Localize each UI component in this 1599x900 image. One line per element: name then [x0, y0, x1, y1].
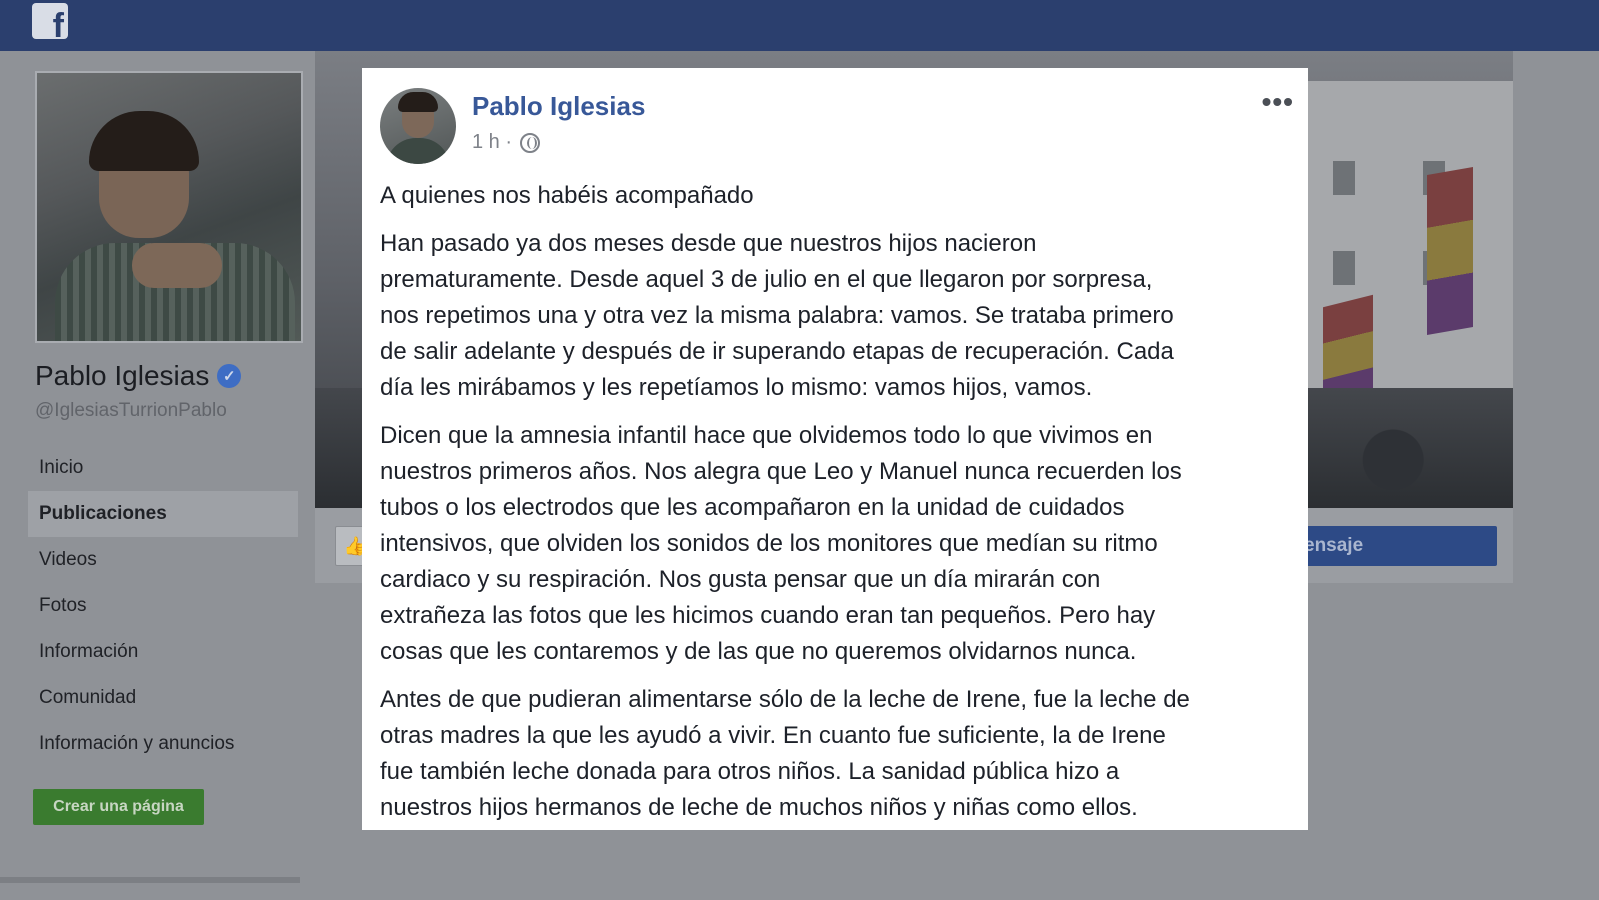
- cover-window: [1333, 161, 1355, 195]
- profile-picture-hand: [132, 243, 222, 288]
- globe-icon: [520, 132, 541, 153]
- create-page-button[interactable]: Crear una página: [33, 789, 204, 825]
- post-paragraph: Antes de que pudieran alimentarse sólo d…: [380, 686, 1190, 821]
- profile-name-text[interactable]: Pablo Iglesias: [35, 360, 209, 392]
- more-options-icon[interactable]: •••: [1262, 88, 1294, 116]
- avatar-body: [386, 138, 450, 164]
- post-paragraph: Han pasado ya dos meses desde que nuestr…: [380, 230, 1174, 401]
- post-card: Pablo Iglesias 1 h · ••• A quienes nos h…: [362, 68, 1308, 830]
- nav-item-publicaciones[interactable]: Publicaciones: [28, 491, 298, 537]
- avatar-hair: [398, 92, 438, 112]
- send-message-button[interactable]: ensaje: [1290, 526, 1497, 566]
- nav-item-inicio[interactable]: Inicio: [28, 445, 298, 491]
- profile-name: Pablo Iglesias ✓: [35, 360, 242, 392]
- profile-picture[interactable]: [35, 71, 303, 343]
- post-timestamp[interactable]: 1 h ·: [472, 131, 512, 154]
- post-paragraph: A quienes nos habéis acompañado: [380, 182, 754, 209]
- top-bar: f: [0, 0, 1599, 51]
- cover-flag: [1427, 166, 1473, 336]
- facebook-logo-letter: f: [52, 7, 64, 39]
- profile-picture-hair: [89, 111, 199, 171]
- nav-item-videos[interactable]: Videos: [28, 537, 298, 583]
- cover-window: [1333, 251, 1355, 285]
- post-author-avatar[interactable]: [380, 88, 456, 164]
- verified-badge-icon: ✓: [217, 364, 242, 388]
- nav-item-fotos[interactable]: Fotos: [28, 583, 298, 629]
- post-body: A quienes nos habéis acompañado Han pasa…: [380, 178, 1300, 838]
- nav-item-informacion-anuncios[interactable]: Información y anuncios: [28, 721, 298, 767]
- post-author-name[interactable]: Pablo Iglesias: [472, 91, 645, 122]
- page-nav: Inicio Publicaciones Videos Fotos Inform…: [28, 445, 298, 767]
- facebook-logo-icon[interactable]: f: [32, 3, 68, 39]
- profile-handle[interactable]: @IglesiasTurrionPablo: [35, 400, 227, 422]
- post-paragraph: Dicen que la amnesia infantil hace que o…: [380, 422, 1182, 665]
- nav-item-informacion[interactable]: Información: [28, 629, 298, 675]
- nav-item-comunidad[interactable]: Comunidad: [28, 675, 298, 721]
- sidebar-divider: [0, 877, 300, 883]
- post-meta: 1 h ·: [472, 131, 541, 154]
